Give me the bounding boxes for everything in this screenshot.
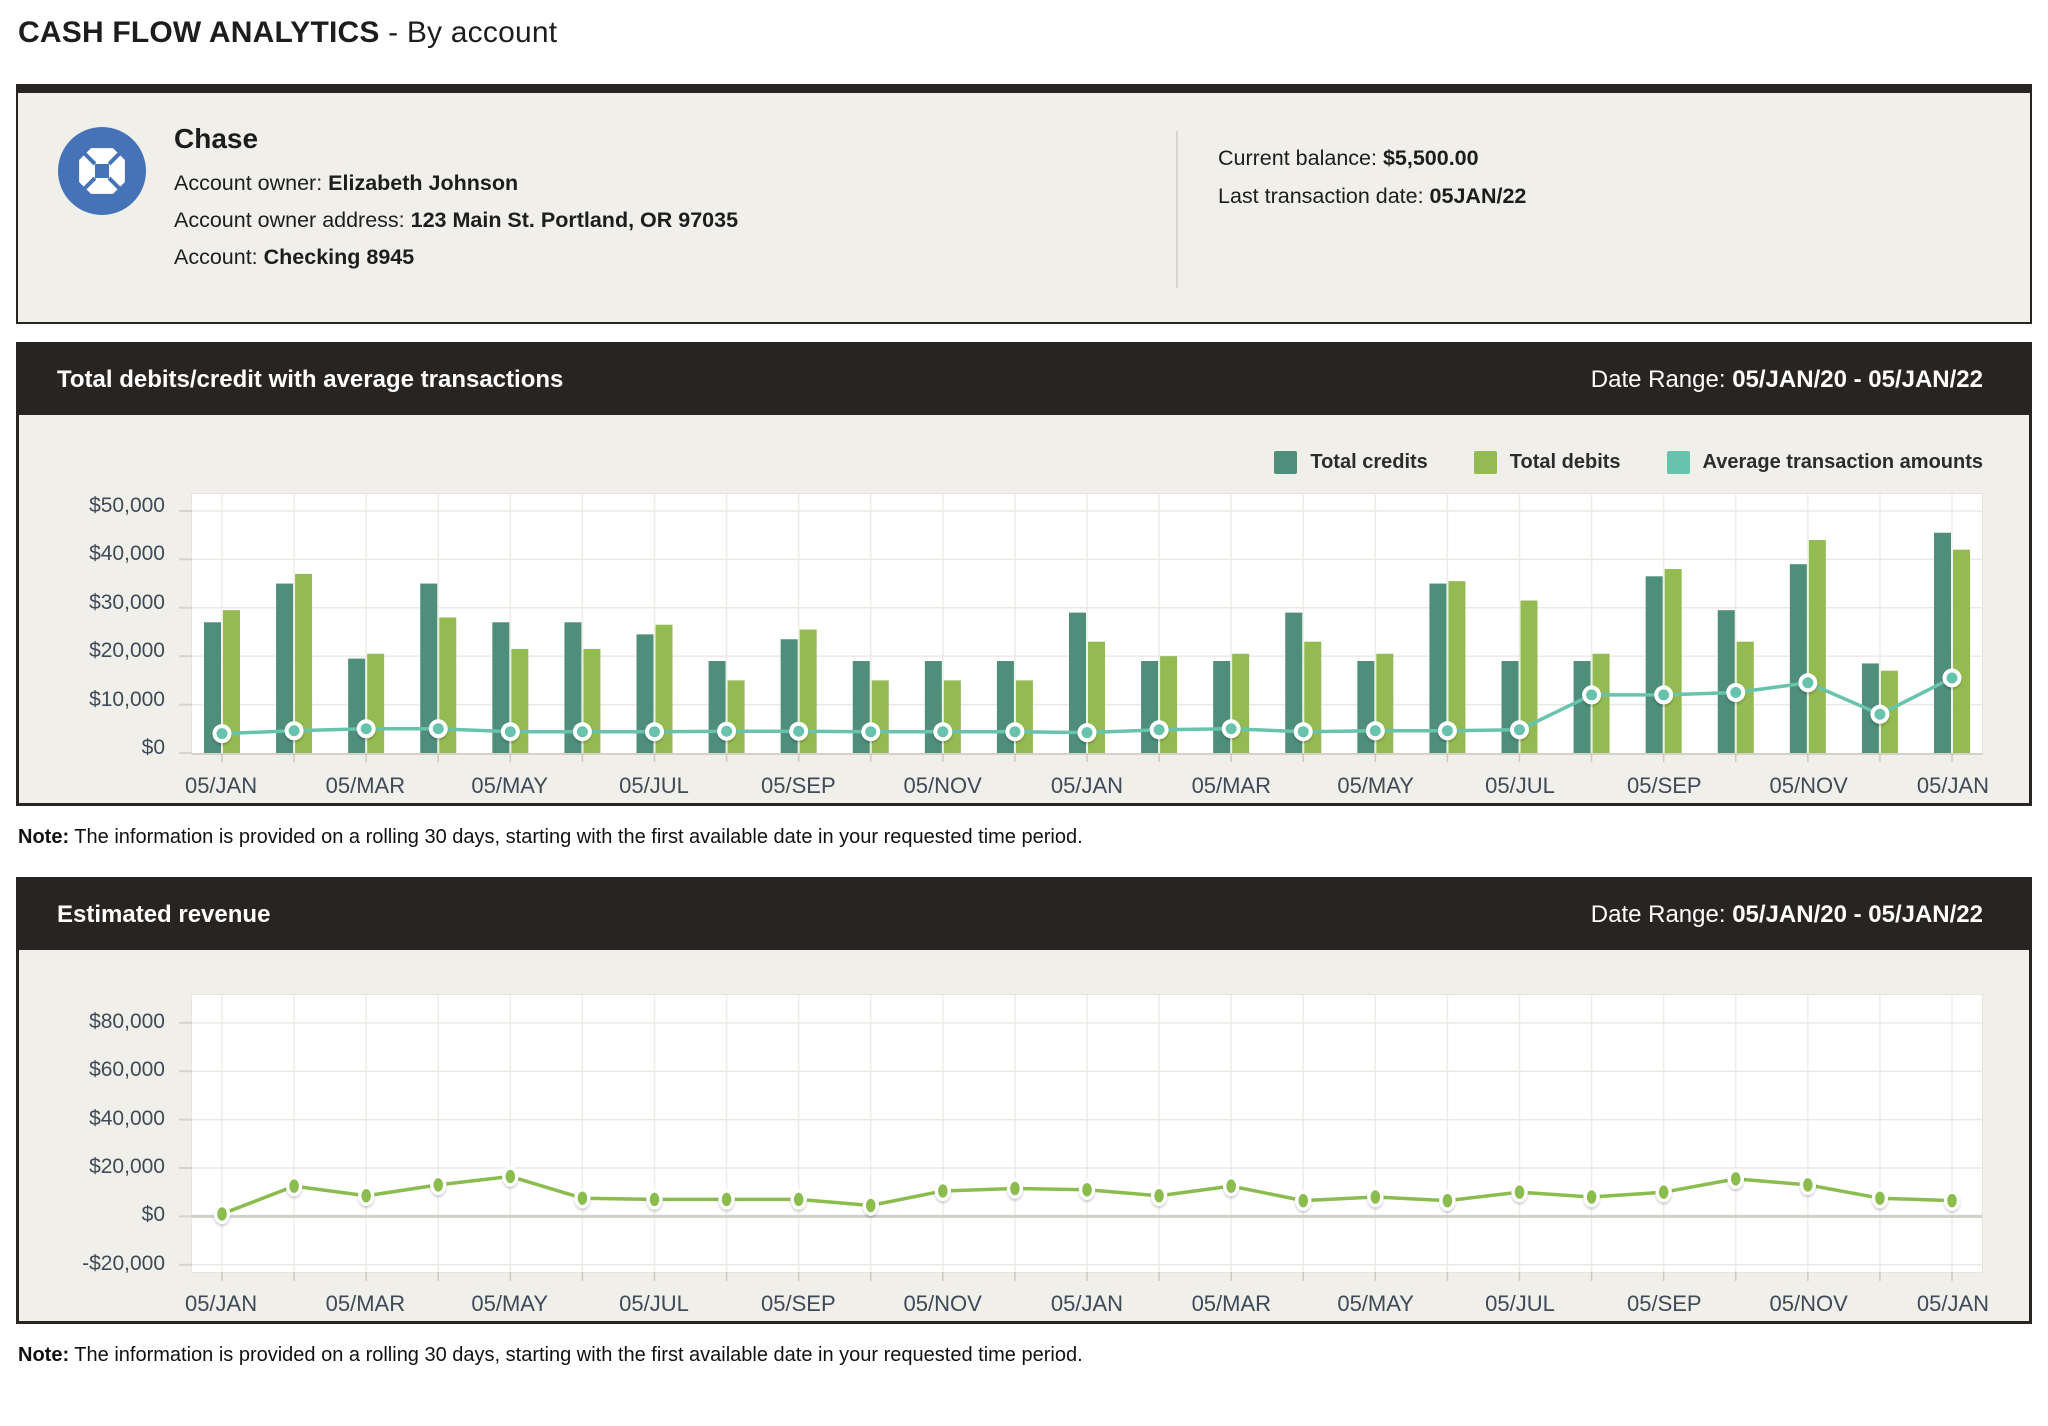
legend-item-average-transactions: Average transaction amounts — [1667, 451, 1983, 474]
chart-note: Note: The information is provided on a r… — [18, 1344, 2032, 1367]
last-transaction-row: Last transaction date: 05JAN/22 — [1218, 177, 2030, 215]
y-tick-label: $20,000 — [89, 1154, 165, 1180]
y-tick-label: $0 — [142, 1202, 165, 1228]
account-details: Chase Account owner: Elizabeth Johnson A… — [174, 123, 738, 296]
x-tick-label: 05/JAN — [1051, 1291, 1123, 1317]
x-tick-label: 05/JUL — [619, 1291, 689, 1317]
y-tick-label: $10,000 — [89, 687, 165, 713]
x-tick-label: 05/NOV — [1769, 1291, 1847, 1317]
y-tick-label: $60,000 — [89, 1057, 165, 1083]
x-tick-label: 05/JUL — [1485, 773, 1555, 799]
x-tick-label: 05/JAN — [185, 773, 257, 799]
x-tick-label: 05/NOV — [1769, 773, 1847, 799]
y-tick-label: $50,000 — [89, 493, 165, 519]
page-title: CASH FLOW ANALYTICS - By account — [18, 16, 2032, 50]
y-tick-label: $20,000 — [89, 638, 165, 664]
account-card-left: Chase Account owner: Elizabeth Johnson A… — [58, 123, 1176, 296]
estimated-revenue-chart-header: Estimated revenue Date Range: 05/JAN/20 … — [19, 880, 2029, 950]
y-tick-label: $30,000 — [89, 590, 165, 616]
chase-logo-hole — [95, 164, 109, 178]
debits-credits-chart-header: Total debits/credit with average transac… — [19, 345, 2029, 415]
x-tick-label: 05/NOV — [904, 773, 982, 799]
x-tick-label: 05/MAY — [471, 773, 548, 799]
estimated-revenue-chart-title: Estimated revenue — [57, 901, 270, 929]
x-tick-label: 05/MAR — [1192, 1291, 1271, 1317]
y-tick-label: $40,000 — [89, 1106, 165, 1132]
debits-credits-chart-row: $50,000$40,000$30,000$20,000$10,000$0 — [19, 489, 2029, 755]
bank-name: Chase — [174, 123, 738, 155]
x-tick-label: 05/JAN — [1917, 773, 1989, 799]
debits-credits-chart-title: Total debits/credit with average transac… — [57, 366, 563, 394]
account-summary: Current balance: $5,500.00 Last transact… — [1176, 131, 2030, 288]
average-transactions-swatch-icon — [1667, 451, 1690, 474]
debits-credits-plot-area — [191, 493, 1983, 755]
x-tick-label: 05/NOV — [904, 1291, 982, 1317]
chase-logo-icon — [58, 127, 146, 215]
account-address-row: Account owner address: 123 Main St. Port… — [174, 202, 738, 239]
x-tick-label: 05/SEP — [761, 773, 836, 799]
x-tick-label: 05/MAR — [326, 1291, 405, 1317]
page-title-main: CASH FLOW ANALYTICS — [18, 16, 380, 49]
y-tick-label: $40,000 — [89, 541, 165, 567]
x-tick-label: 05/SEP — [761, 1291, 836, 1317]
x-axis-labels: 05/JAN 05/MAR 05/MAY 05/JUL 05/SEP 05/NOV 05/J… — [191, 1273, 1983, 1321]
chart-legend: Total credits Total debits Average trans… — [19, 449, 1983, 475]
x-tick-label: 05/MAR — [1192, 773, 1271, 799]
y-axis-labels: $50,000$40,000$30,000$20,000$10,000$0 — [19, 489, 191, 755]
x-axis-row: 05/JAN 05/MAR 05/MAY 05/JUL 05/SEP 05/NOV 05/J… — [19, 755, 2029, 803]
y-tick-label: $80,000 — [89, 1009, 165, 1035]
current-balance-row: Current balance: $5,500.00 — [1218, 139, 2030, 177]
x-tick-label: 05/JAN — [1051, 773, 1123, 799]
x-tick-label: 05/JUL — [1485, 1291, 1555, 1317]
page-title-suffix: - By account — [380, 16, 558, 49]
x-axis-labels: 05/JAN 05/MAR 05/MAY 05/JUL 05/SEP 05/NOV 05/J… — [191, 755, 1983, 803]
x-tick-label: 05/JAN — [1917, 1291, 1989, 1317]
x-axis-row: 05/JAN 05/MAR 05/MAY 05/JUL 05/SEP 05/NOV 05/J… — [19, 1273, 2029, 1321]
y-tick-label: $0 — [142, 735, 165, 761]
y-tick-label: -$20,000 — [82, 1251, 165, 1277]
total-debits-swatch-icon — [1474, 451, 1497, 474]
x-tick-label: 05/MAR — [326, 773, 405, 799]
x-tick-label: 05/JUL — [619, 773, 689, 799]
x-tick-label: 05/SEP — [1627, 773, 1702, 799]
estimated-revenue-plot-area — [191, 994, 1983, 1273]
x-tick-label: 05/MAY — [471, 1291, 548, 1317]
x-tick-label: 05/SEP — [1627, 1291, 1702, 1317]
legend-item-total-debits: Total debits — [1474, 451, 1621, 474]
legend-item-total-credits: Total credits — [1274, 451, 1427, 474]
y-axis-labels: $80,000$60,000$40,000$20,000$0-$20,000 — [19, 994, 191, 1273]
debits-credits-date-range: Date Range: 05/JAN/20 - 05/JAN/22 — [1591, 366, 1983, 394]
account-number-row: Account: Checking 8945 — [174, 239, 738, 276]
x-tick-label: 05/MAY — [1337, 773, 1414, 799]
x-tick-label: 05/JAN — [185, 1291, 257, 1317]
chart-note: Note: The information is provided on a r… — [18, 826, 2032, 849]
total-credits-swatch-icon — [1274, 451, 1297, 474]
estimated-revenue-chart-row: $80,000$60,000$40,000$20,000$0-$20,000 — [19, 994, 2029, 1273]
estimated-revenue-date-range: Date Range: 05/JAN/20 - 05/JAN/22 — [1591, 901, 1983, 929]
x-tick-label: 05/MAY — [1337, 1291, 1414, 1317]
account-owner-row: Account owner: Elizabeth Johnson — [174, 165, 738, 202]
account-card: Chase Account owner: Elizabeth Johnson A… — [16, 84, 2032, 324]
estimated-revenue-chart-card: Estimated revenue Date Range: 05/JAN/20 … — [16, 877, 2032, 1324]
debits-credits-chart-card: Total debits/credit with average transac… — [16, 342, 2032, 806]
